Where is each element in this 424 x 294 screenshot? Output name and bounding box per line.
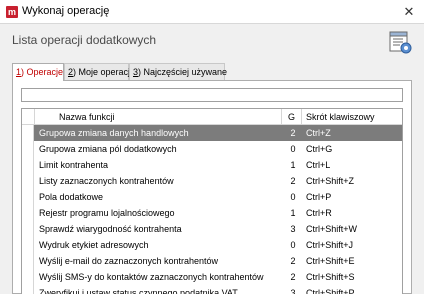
cell-shortcut: Ctrl+Shift+E <box>306 256 355 266</box>
cell-name: Limit kontrahenta <box>39 160 109 170</box>
window-title: Wykonaj operację <box>22 5 110 17</box>
cell-group: 3 <box>290 288 296 294</box>
filter-input[interactable] <box>21 88 403 102</box>
cell-group: 1 <box>290 208 296 218</box>
list-settings-icon[interactable] <box>387 29 413 55</box>
cell-name: Zweryfikuj i ustaw status czynnego podat… <box>39 288 238 294</box>
cell-shortcut: Ctrl+Z <box>306 128 331 138</box>
column-header-shortcut[interactable]: Skrót klawiszowy <box>302 109 402 125</box>
cell-group: 2 <box>290 272 296 282</box>
table-row[interactable]: Grupowa zmiana pól dodatkowych 0 Ctrl+G <box>22 141 402 157</box>
cell-name: Wyślij SMS-y do kontaktów zaznaczonych k… <box>39 272 264 282</box>
tab-najczesciej-uzywane[interactable]: 3) Najczęściej używane <box>129 63 228 80</box>
cell-name: Wyślij e-mail do zaznaczonych kontrahent… <box>39 256 218 266</box>
tab-operacje[interactable]: 1) Operacje <box>12 63 64 81</box>
cell-shortcut: Ctrl+P <box>306 192 332 202</box>
table-row[interactable]: Listy zaznaczonych kontrahentów 2 Ctrl+S… <box>22 173 402 189</box>
cell-shortcut: Ctrl+Shift+P <box>306 288 355 294</box>
app-logo-icon: m <box>6 6 18 18</box>
table-row[interactable]: Wyślij SMS-y do kontaktów zaznaczonych k… <box>22 269 402 285</box>
cell-group: 3 <box>290 224 296 234</box>
dialog-header: Lista operacji dodatkowych <box>0 25 424 63</box>
cell-name: Pola dodatkowe <box>39 192 104 202</box>
cell-shortcut: Ctrl+R <box>306 208 332 218</box>
cell-shortcut: Ctrl+Shift+W <box>306 224 358 234</box>
cell-shortcut: Ctrl+Shift+J <box>306 240 354 250</box>
row-selector[interactable] <box>22 205 34 221</box>
cell-name: Sprawdź wiarygodność kontrahenta <box>39 224 182 234</box>
cell-shortcut: Ctrl+L <box>306 160 331 170</box>
table-row[interactable]: Sprawdź wiarygodność kontrahenta 3 Ctrl+… <box>22 221 402 237</box>
cell-name: Listy zaznaczonych kontrahentów <box>39 176 174 186</box>
row-selector[interactable] <box>22 221 34 237</box>
cell-name: Grupowa zmiana danych handlowych <box>39 128 189 138</box>
table-row[interactable]: Limit kontrahenta 1 Ctrl+L <box>22 157 402 173</box>
tab-moje-operacje[interactable]: 2) Moje operacje <box>64 63 135 80</box>
cell-name: Wydruk etykiet adresowych <box>39 240 149 250</box>
cell-group: 0 <box>290 240 296 250</box>
tab-label: ) Najczęściej używane <box>138 67 228 77</box>
cell-shortcut: Ctrl+G <box>306 144 333 154</box>
cell-shortcut: Ctrl+Shift+Z <box>306 176 355 186</box>
tab-label: ) Operacje <box>21 67 64 77</box>
row-selector[interactable] <box>22 237 34 253</box>
tab-label: ) Moje operacje <box>73 67 136 77</box>
table-row[interactable]: Wyślij e-mail do zaznaczonych kontrahent… <box>22 253 402 269</box>
row-selector[interactable] <box>22 285 34 294</box>
column-header-group[interactable]: G <box>282 109 302 125</box>
page-title: Lista operacji dodatkowych <box>12 33 157 47</box>
table-row[interactable]: Zweryfikuj i ustaw status czynnego podat… <box>22 285 402 294</box>
title-bar: m Wykonaj operację ✕ <box>0 0 424 24</box>
row-selector[interactable] <box>22 269 34 285</box>
cell-shortcut: Ctrl+Shift+S <box>306 272 355 282</box>
row-selector-header <box>22 109 35 125</box>
table-row[interactable]: Rejestr programu lojalnościowego 1 Ctrl+… <box>22 205 402 221</box>
cell-name: Grupowa zmiana pól dodatkowych <box>39 144 177 154</box>
cell-group: 1 <box>290 160 296 170</box>
close-button[interactable]: ✕ <box>394 0 424 24</box>
cell-name: Rejestr programu lojalnościowego <box>39 208 175 218</box>
cell-group: 2 <box>290 176 296 186</box>
cell-group: 2 <box>290 256 296 266</box>
tab-panel: Nazwa funkcji G Skrót klawiszowy Grupowa… <box>12 80 412 294</box>
row-selector[interactable] <box>22 157 34 173</box>
column-header-name[interactable]: Nazwa funkcji <box>35 109 282 125</box>
row-selector[interactable] <box>22 189 34 205</box>
table-row[interactable]: Grupowa zmiana danych handlowych 2 Ctrl+… <box>22 125 402 141</box>
grid-header: Nazwa funkcji G Skrót klawiszowy <box>22 109 402 125</box>
row-selector[interactable] <box>22 125 34 141</box>
table-row[interactable]: Pola dodatkowe 0 Ctrl+P <box>22 189 402 205</box>
cell-group: 0 <box>290 144 296 154</box>
operations-grid: Nazwa funkcji G Skrót klawiszowy Grupowa… <box>21 108 403 294</box>
row-selector[interactable] <box>22 253 34 269</box>
cell-group: 0 <box>290 192 296 202</box>
cell-group: 2 <box>290 128 296 138</box>
row-selector[interactable] <box>22 141 34 157</box>
table-row[interactable]: Wydruk etykiet adresowych 0 Ctrl+Shift+J <box>22 237 402 253</box>
row-selector[interactable] <box>22 173 34 189</box>
